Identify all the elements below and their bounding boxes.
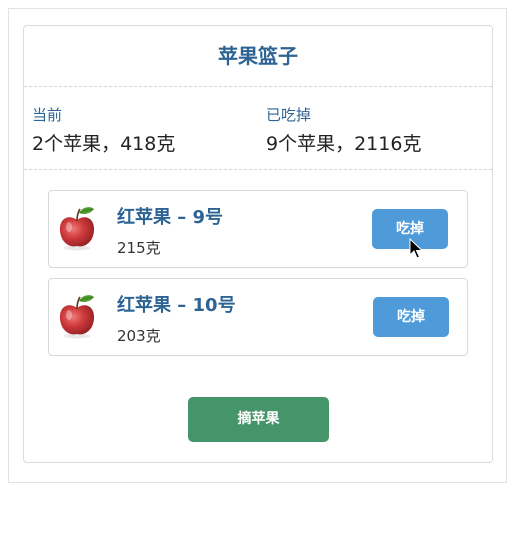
current-stat: 当前 2个苹果，418克 (32, 104, 175, 159)
apple-icon (59, 295, 95, 339)
mouse-pointer-icon (409, 238, 423, 259)
apple-card: 红苹果 – 10号 203克 吃掉 (48, 278, 468, 356)
basket-title: 苹果篮子 (218, 44, 298, 68)
stats-divider (24, 169, 492, 170)
eaten-stat: 已吃掉 9个苹果，2116克 (266, 104, 421, 159)
eat-button[interactable]: 吃掉 (373, 297, 449, 337)
apple-card: 红苹果 – 9号 215克 吃掉 (48, 190, 468, 268)
apple-weight: 215克 (117, 239, 161, 257)
apple-weight: 203克 (117, 327, 161, 345)
title-divider (24, 86, 492, 87)
current-value: 2个苹果，418克 (32, 133, 176, 155)
eaten-label: 已吃掉 (266, 106, 312, 124)
apple-name: 红苹果 – 9号 (117, 207, 224, 228)
eaten-value: 9个苹果，2116克 (266, 133, 422, 155)
current-label: 当前 (32, 106, 63, 124)
apple-icon (59, 207, 95, 251)
apple-name: 红苹果 – 10号 (117, 295, 236, 316)
pick-apple-button[interactable]: 摘苹果 (188, 397, 329, 442)
